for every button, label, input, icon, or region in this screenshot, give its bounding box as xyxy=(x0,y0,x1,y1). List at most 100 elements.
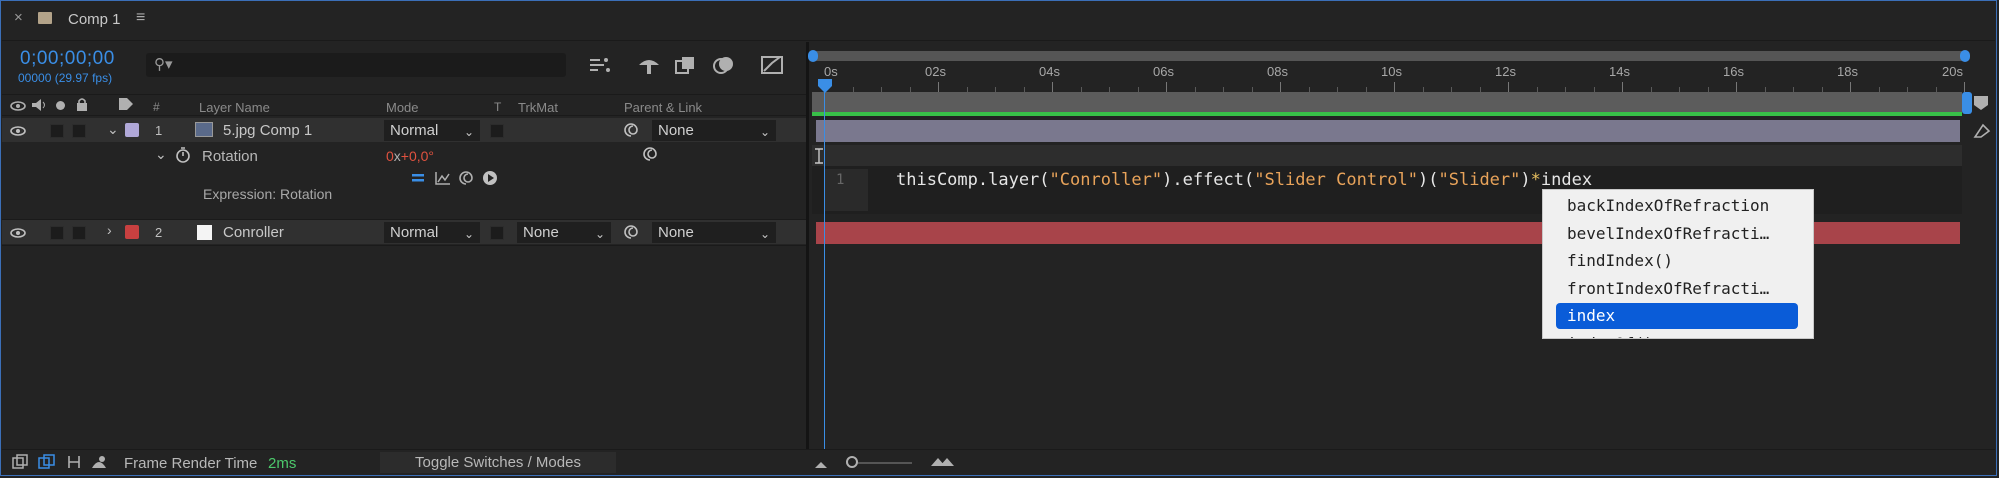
expression-pickwhip-icon[interactable] xyxy=(458,170,474,189)
layer-switches-icon[interactable] xyxy=(12,454,28,473)
rotation-value[interactable]: 0x+0,0° xyxy=(386,148,434,164)
tab-menu-icon[interactable]: ≡ xyxy=(136,9,145,27)
work-area-band[interactable] xyxy=(812,92,1962,114)
autocomplete-item[interactable]: bevelIndexOfRefracti… xyxy=(1567,224,1769,243)
code-operator: * xyxy=(1530,170,1541,190)
layer-2-trkmat-dropdown[interactable]: None ⌄ xyxy=(517,222,611,243)
zoom-out-icon[interactable] xyxy=(814,456,828,472)
layer-1-lock-box[interactable] xyxy=(72,124,86,138)
toggle-switches-modes-button[interactable]: Toggle Switches / Modes xyxy=(380,452,616,473)
expression-code[interactable]: thisComp.layer("Conroller").effect("Slid… xyxy=(896,170,1592,190)
lock-switch-icon xyxy=(75,97,89,114)
layer-2-number: 2 xyxy=(155,225,163,240)
layer-2-label-swatch[interactable] xyxy=(125,225,139,239)
header-bottom-divider xyxy=(2,115,808,116)
transfer-controls-icon[interactable] xyxy=(38,454,56,473)
autocomplete-item[interactable]: findIndex() xyxy=(1567,251,1673,270)
autocomplete-item[interactable]: backIndexOfRefraction xyxy=(1567,196,1769,215)
column-mode: Mode xyxy=(386,100,419,115)
zoom-slider-thumb[interactable] xyxy=(846,456,858,468)
code-mid-1: ).effect( xyxy=(1162,170,1255,190)
layer-1-duration-bar[interactable] xyxy=(816,120,1960,142)
ruler-tick-mark xyxy=(1622,82,1623,92)
layer-1-mode-dropdown[interactable]: Normal ⌄ xyxy=(384,120,480,141)
label-column-icon xyxy=(118,97,134,114)
ruler-tick-label: 0s xyxy=(824,64,838,79)
layer-2-mode-value: Normal xyxy=(390,224,439,241)
audio-switch-icon xyxy=(31,98,47,115)
layer-2-mode-dropdown[interactable]: Normal ⌄ xyxy=(384,222,480,243)
layer-1-solo-box[interactable] xyxy=(50,124,64,138)
in-out-duration-icon[interactable] xyxy=(66,454,82,473)
rotation-degrees[interactable]: +0,0° xyxy=(401,148,434,164)
rotation-pickwhip-icon[interactable] xyxy=(642,146,658,165)
layer-1-pickwhip-icon[interactable] xyxy=(623,122,639,141)
draft-3d-icon[interactable] xyxy=(586,54,612,76)
work-area-end-handle[interactable] xyxy=(1960,50,1970,62)
column-layer-name[interactable]: Layer Name xyxy=(199,100,270,115)
layer-2-expand-icon[interactable]: › xyxy=(107,222,112,238)
layer-2-solo-box[interactable] xyxy=(50,226,64,240)
time-ruler[interactable]: 0s 02s 04s 06s 08s 10s 12s 14s 16s 18s 20s xyxy=(814,62,1965,92)
search-icon: ⚲▾ xyxy=(154,56,173,73)
ruler-tick-mark xyxy=(1052,82,1053,92)
code-mid-3: ) xyxy=(1520,170,1531,190)
solo-switch-icon xyxy=(56,101,65,110)
expression-language-menu-icon[interactable] xyxy=(482,170,498,189)
column-t: T xyxy=(494,100,502,114)
layer-2-preserve-transparency-box[interactable] xyxy=(490,226,504,240)
layer-1-label-swatch[interactable] xyxy=(125,123,139,137)
layer-1-parent-dropdown[interactable]: None ⌄ xyxy=(652,120,776,141)
layer-1-collapse-icon[interactable]: ⌄ xyxy=(107,121,119,138)
autocomplete-item[interactable]: index xyxy=(1567,306,1615,325)
chevron-down-icon: ⌄ xyxy=(759,227,770,241)
end-handle[interactable] xyxy=(1962,92,1972,114)
column-parent-link: Parent & Link xyxy=(624,100,703,115)
chevron-down-icon: ⌄ xyxy=(759,125,770,139)
layer-1-preserve-transparency-box[interactable] xyxy=(490,124,504,138)
tab-title[interactable]: Comp 1 xyxy=(68,11,121,28)
layer-2-lock-box[interactable] xyxy=(72,226,86,240)
autocomplete-popup[interactable]: backIndexOfRefraction bevelIndexOfRefract… xyxy=(1542,189,1814,339)
chevron-down-icon: ⌄ xyxy=(594,227,605,241)
rotation-collapse-icon[interactable]: ⌄ xyxy=(155,146,167,163)
comp-button-icon[interactable] xyxy=(1972,122,1992,143)
layer-1-name[interactable]: 5.jpg Comp 1 xyxy=(223,122,312,139)
layer-2-parent-dropdown[interactable]: None ⌄ xyxy=(652,222,776,243)
frame-blending-icon[interactable] xyxy=(673,53,699,77)
work-area-start-handle[interactable] xyxy=(808,50,818,62)
playhead-head[interactable] xyxy=(817,78,833,97)
search-input[interactable]: ⚲▾ xyxy=(146,53,566,77)
comp-marker-bin-icon[interactable] xyxy=(1972,94,1990,115)
panel-splitter[interactable] xyxy=(806,42,809,450)
layer-2-name[interactable]: Conroller xyxy=(223,224,284,241)
shy-layers-icon[interactable] xyxy=(636,53,662,77)
autocomplete-item[interactable]: frontIndexOfRefracti… xyxy=(1567,279,1769,298)
layer-1-comp-thumbnail-icon xyxy=(195,122,213,137)
layer-2-visibility-icon[interactable] xyxy=(10,226,26,242)
rotation-revolutions[interactable]: 0 xyxy=(386,148,394,164)
zoom-in-icon[interactable] xyxy=(930,454,956,470)
playhead-line[interactable] xyxy=(824,90,825,450)
work-area-bar[interactable] xyxy=(812,51,1966,61)
current-timecode[interactable]: 0;00;00;00 xyxy=(20,48,115,70)
autocomplete-item[interactable]: indexOf() xyxy=(1567,334,1654,339)
ruler-tick-label: 06s xyxy=(1153,64,1174,79)
expression-enable-icon[interactable] xyxy=(411,171,425,187)
expression-graph-icon[interactable] xyxy=(434,170,452,189)
ruler-tick-label: 12s xyxy=(1495,64,1516,79)
chevron-down-icon: ⌄ xyxy=(463,125,474,139)
close-tab-icon[interactable]: × xyxy=(14,9,23,26)
ruler-tick-mark xyxy=(938,82,939,92)
motion-blur-icon[interactable] xyxy=(711,53,737,77)
layer-2-pickwhip-icon[interactable] xyxy=(623,224,639,243)
ruler-tick-mark xyxy=(1280,82,1281,92)
render-time-icon[interactable] xyxy=(90,454,108,473)
layer-1-visibility-icon[interactable] xyxy=(10,124,26,140)
graph-editor-icon[interactable] xyxy=(760,53,786,77)
line-number-gutter xyxy=(824,169,868,211)
layer-1-mode-value: Normal xyxy=(390,122,439,139)
stopwatch-icon[interactable] xyxy=(175,147,191,166)
layer-2-bottom-line xyxy=(2,245,808,246)
header-top-divider xyxy=(2,94,808,95)
